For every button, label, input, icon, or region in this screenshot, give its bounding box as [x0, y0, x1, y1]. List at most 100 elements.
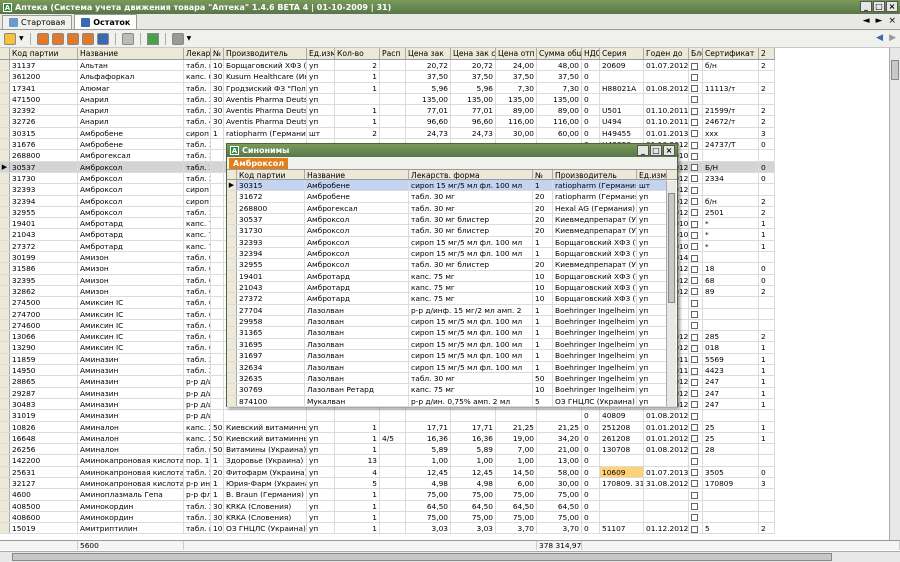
table-cell[interactable]: 0: [759, 466, 775, 477]
table-cell[interactable]: 268800: [10, 150, 78, 161]
table-cell[interactable]: 130708: [600, 444, 644, 455]
table-cell[interactable]: Юрия-Фарм (Украина): [224, 477, 307, 489]
table-cell[interactable]: 20609: [600, 60, 644, 71]
table-cell[interactable]: Амбротард: [78, 229, 184, 240]
table-cell[interactable]: 2501: [703, 206, 759, 218]
table-cell[interactable]: 21,25: [496, 421, 537, 432]
synonyms-cell[interactable]: 29958: [237, 316, 305, 327]
table-cell[interactable]: [211, 184, 224, 195]
table-cell[interactable]: 01.08.2012: [644, 82, 689, 93]
table-cell[interactable]: KRKA (Словения): [224, 500, 307, 511]
table-cell[interactable]: 0: [759, 274, 775, 285]
table-cell[interactable]: Kusum Healthcare (Инди: [224, 71, 307, 82]
table-cell[interactable]: [759, 184, 775, 195]
table-cell[interactable]: 1: [335, 71, 380, 82]
table-cell[interactable]: 48,00: [537, 60, 582, 71]
table-cell[interactable]: р-р фл. 500 мл: [184, 489, 211, 500]
synonyms-cell[interactable]: уп: [637, 248, 667, 259]
table-cell[interactable]: 01.08.2012: [644, 410, 689, 421]
table-cell[interactable]: Аминокапроновая кислота: [78, 455, 184, 466]
checkbox-icon[interactable]: [691, 367, 698, 375]
table-cell[interactable]: 96,60: [451, 116, 496, 127]
table-cell[interactable]: 31019: [10, 410, 78, 421]
table-cell[interactable]: 1,00: [406, 455, 451, 466]
synonyms-cell[interactable]: 10: [533, 270, 553, 282]
table-cell[interactable]: 274500: [10, 297, 78, 308]
table-cell[interactable]: 01.10.2011: [644, 116, 689, 127]
table-cell[interactable]: 0: [582, 477, 600, 489]
synonyms-cell[interactable]: ratiopharm (Германия): [553, 191, 637, 202]
table-row[interactable]: 15019Амитриптилинтабл. п/о 10 мг амп. 2 …: [0, 523, 775, 535]
table-cell[interactable]: 0: [582, 410, 600, 421]
table-cell[interactable]: [335, 410, 380, 421]
table-cell[interactable]: [380, 93, 406, 105]
table-cell[interactable]: 2: [759, 206, 775, 218]
blocked-checkbox[interactable]: [689, 285, 703, 297]
table-cell[interactable]: 1: [335, 421, 380, 432]
table-cell[interactable]: 27372: [10, 240, 78, 252]
table-cell[interactable]: [703, 319, 759, 331]
synonyms-cell[interactable]: 31672: [237, 191, 305, 202]
table-cell[interactable]: [600, 500, 644, 511]
table-cell[interactable]: Амизон: [78, 285, 184, 297]
table-cell[interactable]: Амброксол: [78, 161, 184, 172]
table-cell[interactable]: 29287: [10, 387, 78, 398]
column-header[interactable]: Лекарств. форма: [184, 48, 211, 59]
table-cell[interactable]: [451, 410, 496, 421]
table-cell[interactable]: 24672/т: [703, 116, 759, 127]
checkbox-icon[interactable]: [691, 503, 698, 511]
table-cell[interactable]: 01.07.2013: [644, 466, 689, 477]
table-cell[interactable]: [703, 297, 759, 308]
tab-close-icon[interactable]: ×: [888, 16, 896, 26]
table-cell[interactable]: xxx: [703, 127, 759, 139]
table-cell[interactable]: 247: [703, 376, 759, 387]
synonyms-cell[interactable]: Амбротард: [305, 293, 409, 304]
table-cell[interactable]: 0: [582, 500, 600, 511]
synonyms-row[interactable]: 31697 Лазолван сироп 15 мг/5 мл фл. 100 мл…: [227, 350, 677, 362]
synonyms-cell[interactable]: Boehringer Ingelheim (Геш: [553, 372, 637, 384]
table-cell[interactable]: Амизон: [78, 263, 184, 274]
minimize-button[interactable]: _: [860, 1, 872, 12]
synonyms-cell[interactable]: Амбробене: [305, 180, 409, 191]
table-cell[interactable]: 51107: [600, 523, 644, 534]
table-cell[interactable]: табл. 25 мг: [184, 353, 211, 365]
table-cell[interactable]: сироп 15 мг: [184, 184, 211, 195]
blocked-checkbox[interactable]: [689, 93, 703, 105]
synonyms-cell[interactable]: 30537: [237, 214, 305, 225]
synonyms-cell[interactable]: уп: [637, 327, 667, 338]
table-cell[interactable]: Киевский витаминный: [224, 432, 307, 444]
blocked-checkbox[interactable]: [689, 523, 703, 534]
table-cell[interactable]: 30: [211, 500, 224, 511]
table-cell[interactable]: 1: [211, 489, 224, 500]
table-cell[interactable]: 274700: [10, 308, 78, 319]
table-cell[interactable]: 24737/Т: [703, 139, 759, 150]
synonyms-cell[interactable]: 19401: [237, 270, 305, 282]
table-cell[interactable]: табл. 0,25 г: [184, 285, 211, 297]
table-cell[interactable]: 01.01.2012: [644, 432, 689, 444]
table-row[interactable]: 17341Алюмагтабл.30Гродзиский ФЗ "Польфа"…: [0, 82, 775, 94]
checkbox-icon[interactable]: [691, 186, 698, 194]
table-cell[interactable]: [703, 511, 759, 523]
table-cell[interactable]: табл. 2 мг: [184, 105, 211, 116]
synonyms-tab[interactable]: Амброксол: [229, 158, 289, 169]
table-cell[interactable]: 75,00: [406, 511, 451, 523]
table-row[interactable]: 471500Анарилтабл. 2 мг30Aventis Pharma D…: [0, 93, 775, 106]
table-cell[interactable]: 1: [759, 353, 775, 365]
table-cell[interactable]: табл.: [184, 82, 211, 93]
last-icon[interactable]: [81, 32, 94, 45]
column-header[interactable]: Бло: [689, 48, 703, 59]
table-cell[interactable]: 116,00: [496, 116, 537, 127]
table-cell[interactable]: Алюмаг: [78, 82, 184, 93]
blocked-checkbox[interactable]: [689, 240, 703, 252]
synonyms-cell[interactable]: Амброксол: [305, 225, 409, 236]
table-cell[interactable]: [211, 319, 224, 331]
synonyms-row[interactable]: 19401 Амбротард капс. 75 мг 10 Борщаговский …: [227, 270, 677, 283]
table-cell[interactable]: [759, 455, 775, 466]
table-cell[interactable]: 7,30: [496, 82, 537, 93]
synonyms-row[interactable]: 30537 Амброксол табл. 30 мг блистер 20 Киевм…: [227, 214, 677, 226]
table-cell[interactable]: [600, 93, 644, 105]
table-cell[interactable]: 142200: [10, 455, 78, 466]
table-cell[interactable]: 24,73: [406, 127, 451, 139]
table-cell[interactable]: 2: [335, 60, 380, 71]
synonyms-cell[interactable]: Мукалван: [305, 395, 409, 406]
